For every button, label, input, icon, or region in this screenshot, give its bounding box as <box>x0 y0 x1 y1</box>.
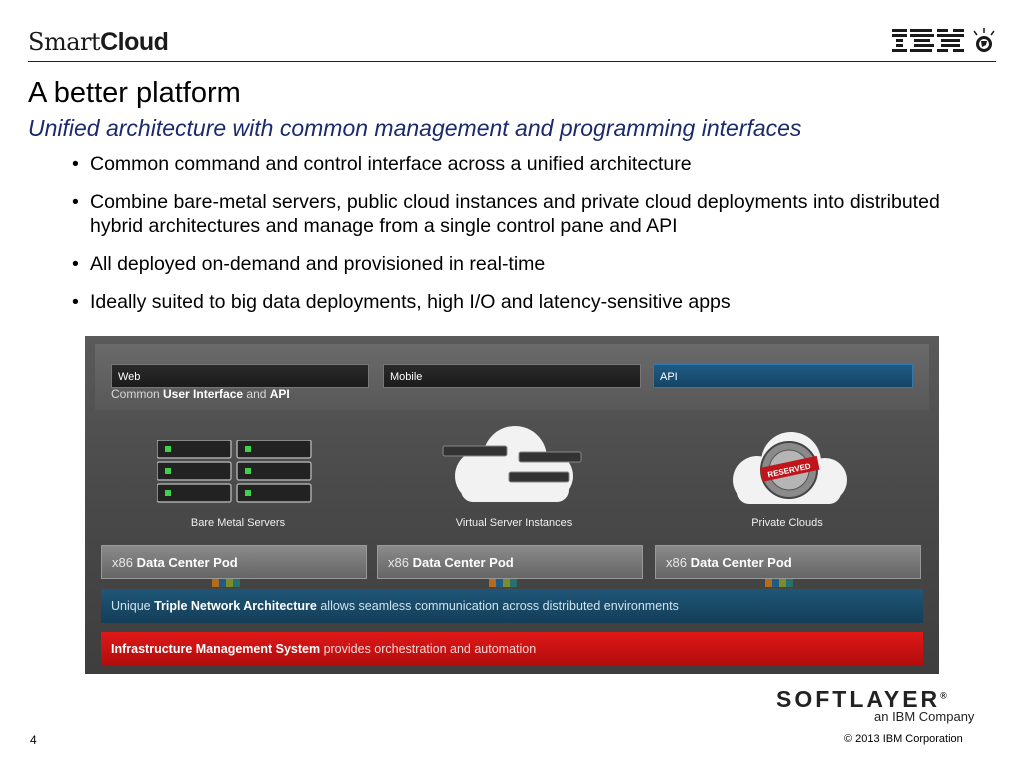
private-clouds-label: Private Clouds <box>751 517 823 529</box>
network-text: allows seamless communication across dis… <box>316 599 679 613</box>
infrastructure-management-bar: Infrastructure Management System provide… <box>101 632 923 666</box>
virtual-server-cloud-icon <box>442 426 582 502</box>
ui-caption: Common User Interface and API <box>111 387 290 401</box>
bullet-list: • Common command and control interface ac… <box>72 152 972 328</box>
copyright: © 2013 IBM Corporation <box>844 733 963 745</box>
ibm-logo <box>892 28 995 52</box>
pod-prefix: x86 <box>388 555 413 570</box>
network-bold: Triple Network Architecture <box>154 599 317 613</box>
bullet-item: • Common command and control interface ac… <box>72 152 972 176</box>
brand-part2: Cloud <box>100 28 169 56</box>
triple-network-bar: Unique Triple Network Architecture allow… <box>101 589 923 623</box>
data-center-pod: x86 Data Center Pod <box>377 545 643 579</box>
ui-caption-part: Common <box>111 387 164 401</box>
registered-mark: ® <box>940 690 947 701</box>
ims-text: provides orchestration and automation <box>320 642 537 656</box>
pod-connector <box>765 579 793 587</box>
bare-metal-servers-icon <box>157 440 312 503</box>
bullet-text: Combine bare-metal servers, public cloud… <box>90 191 940 237</box>
pod-prefix: x86 <box>112 555 137 570</box>
bullet-text: Ideally suited to big data deployments, … <box>90 291 731 313</box>
softlayer-tagline: an IBM Company <box>874 709 975 724</box>
ims-bold: Infrastructure Management System <box>111 642 321 656</box>
network-text: Unique <box>111 599 155 613</box>
mobile-tab: Mobile <box>383 364 641 388</box>
smartcloud-logo: SmartCloud <box>28 26 169 57</box>
pod-label: Data Center Pod <box>690 555 792 570</box>
web-tab: Web <box>111 364 369 388</box>
brand-part1: Smart <box>28 28 101 56</box>
bullet-dot: • <box>72 291 79 313</box>
ui-caption-part: and <box>243 387 270 401</box>
data-center-pod: x86 Data Center Pod <box>101 545 367 579</box>
bullet-text: All deployed on-demand and provisioned i… <box>90 253 546 275</box>
pod-connector <box>212 579 240 587</box>
pod-label: Data Center Pod <box>136 555 238 570</box>
virtual-server-label: Virtual Server Instances <box>455 517 573 529</box>
bullet-item: • Combine bare-metal servers, public clou… <box>72 190 972 238</box>
bullet-item: • All deployed on-demand and provisioned … <box>72 252 972 276</box>
page-number: 4 <box>30 733 37 747</box>
ui-caption-bold: API <box>269 387 290 401</box>
slide-title: A better platform <box>28 77 241 109</box>
pod-connector <box>489 579 517 587</box>
bullet-dot: • <box>72 191 79 213</box>
bullet-dot: • <box>72 153 79 175</box>
private-cloud-icon: RESERVED <box>733 432 847 504</box>
pod-label: Data Center Pod <box>412 555 514 570</box>
api-tab: API <box>653 364 913 388</box>
slide-subtitle: Unified architecture with common managem… <box>28 115 802 141</box>
bullet-text: Common command and control interface acr… <box>90 153 692 175</box>
header-divider <box>28 61 996 62</box>
bullet-item: • Ideally suited to big data deployments,… <box>72 290 972 314</box>
bare-metal-label: Bare Metal Servers <box>190 517 286 529</box>
data-center-pod: x86 Data Center Pod <box>655 545 921 579</box>
ui-caption-bold: User Interface <box>163 387 244 401</box>
architecture-diagram: Web Mobile API Common User Interface and… <box>85 336 939 674</box>
pod-prefix: x86 <box>666 555 691 570</box>
bullet-dot: • <box>72 253 79 275</box>
